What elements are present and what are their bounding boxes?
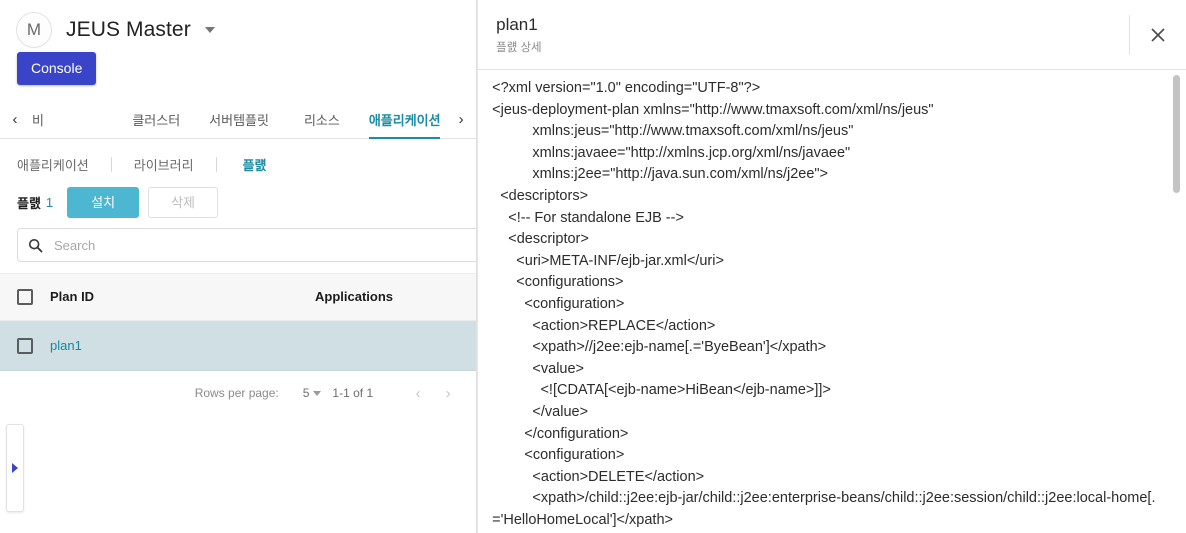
rows-per-page-chevron-down-icon[interactable] (313, 390, 322, 396)
app-root: M JEUS Master Console ‹ 비 클러스터 서버템플릿 리소스… (0, 0, 1186, 533)
main-tab-list: 비 클러스터 서버템플릿 리소스 애플리케이션 (30, 101, 446, 139)
detail-scroll-track[interactable] (1173, 70, 1183, 533)
rows-per-page-value[interactable]: 5 (303, 386, 310, 400)
pagination-next-icon[interactable]: › (433, 385, 463, 402)
subtab-plan[interactable]: 플럜 (243, 155, 267, 174)
column-header-plan-id-label: Plan ID (50, 289, 95, 304)
detail-panel-subtitle: 플럜 상세 (496, 41, 542, 54)
page-title: JEUS Master (66, 18, 191, 41)
tab-application[interactable]: 애플리케이션 (363, 101, 446, 139)
sub-tabs: 애플리케이션 라이브러리 플럜 (0, 139, 476, 177)
rows-per-page-label: Rows per page: (194, 386, 279, 400)
chevron-down-icon[interactable] (204, 27, 215, 33)
row-select-cell (0, 337, 50, 354)
left-panel: M JEUS Master Console ‹ 비 클러스터 서버템플릿 리소스… (0, 0, 478, 533)
plan-count-value: 1 (45, 195, 54, 210)
subtab-divider (110, 156, 112, 172)
column-header-applications-label: Applications (315, 289, 394, 304)
table-header-row: Plan ID Applications (0, 274, 477, 321)
tab-server-template[interactable]: 서버템플릿 (198, 101, 281, 138)
detail-panel: plan1 플럜 상세 <?xml version="1.0" encoding… (477, 0, 1186, 533)
pagination-range: 1-1 of 1 (332, 386, 374, 400)
plan-count-label: 플럜 (17, 196, 41, 211)
table-row[interactable]: plan1 (0, 321, 477, 371)
detail-panel-header: plan1 플럜 상세 (478, 0, 1186, 70)
pagination: Rows per page: 5 1-1 of 1 ‹ › (0, 371, 476, 415)
detail-panel-body: <?xml version="1.0" encoding="UTF-8"?> <… (478, 70, 1186, 533)
detail-panel-title: plan1 (496, 15, 538, 35)
avatar: M (16, 12, 52, 48)
plans-table: Plan ID Applications plan1 (0, 273, 477, 371)
triangle-right-icon (12, 463, 18, 473)
detail-scrollbar-thumb[interactable] (1173, 75, 1180, 193)
pagination-prev-icon[interactable]: ‹ (403, 385, 433, 402)
subtab-divider (215, 156, 217, 172)
console-button-wrap: Console (0, 46, 476, 85)
detail-panel-titles: plan1 플럜 상세 (496, 14, 1129, 54)
install-button[interactable]: 설치 (67, 187, 140, 218)
page-header: M JEUS Master (0, 0, 476, 48)
search-row (0, 219, 477, 262)
tabs-next-arrow-icon[interactable]: › (446, 101, 476, 138)
tab-resource[interactable]: 리소스 (280, 101, 363, 138)
subtab-application[interactable]: 애플리케이션 (17, 155, 89, 174)
delete-button[interactable]: 삭제 (148, 187, 218, 218)
column-header-plan-id: Plan ID (50, 288, 315, 306)
search-input[interactable] (52, 236, 477, 254)
search-icon (28, 238, 43, 253)
row-checkbox[interactable] (17, 337, 33, 354)
column-header-applications: Applications (315, 288, 476, 306)
plan-xml-content: <?xml version="1.0" encoding="UTF-8"?> <… (492, 80, 1156, 528)
console-button[interactable]: Console (17, 52, 97, 85)
drawer-expand-handle[interactable] (6, 424, 24, 512)
search-box[interactable] (17, 228, 477, 262)
tab-cluster[interactable]: 클러스터 (115, 101, 198, 138)
action-bar: 플럜 1 설치 삭제 (0, 177, 476, 219)
cell-plan-id: plan1 (50, 337, 315, 355)
plan-id-link[interactable]: plan1 (50, 338, 82, 353)
select-all-checkbox[interactable] (17, 289, 33, 305)
subtab-library[interactable]: 라이브러리 (134, 155, 194, 174)
tab-server[interactable]: 비 (30, 101, 115, 138)
close-icon[interactable] (1130, 25, 1186, 45)
tabs-prev-arrow-icon[interactable]: ‹ (0, 101, 30, 138)
main-tabs: ‹ 비 클러스터 서버템플릿 리소스 애플리케이션 › (0, 101, 477, 139)
select-all-cell (0, 289, 50, 305)
